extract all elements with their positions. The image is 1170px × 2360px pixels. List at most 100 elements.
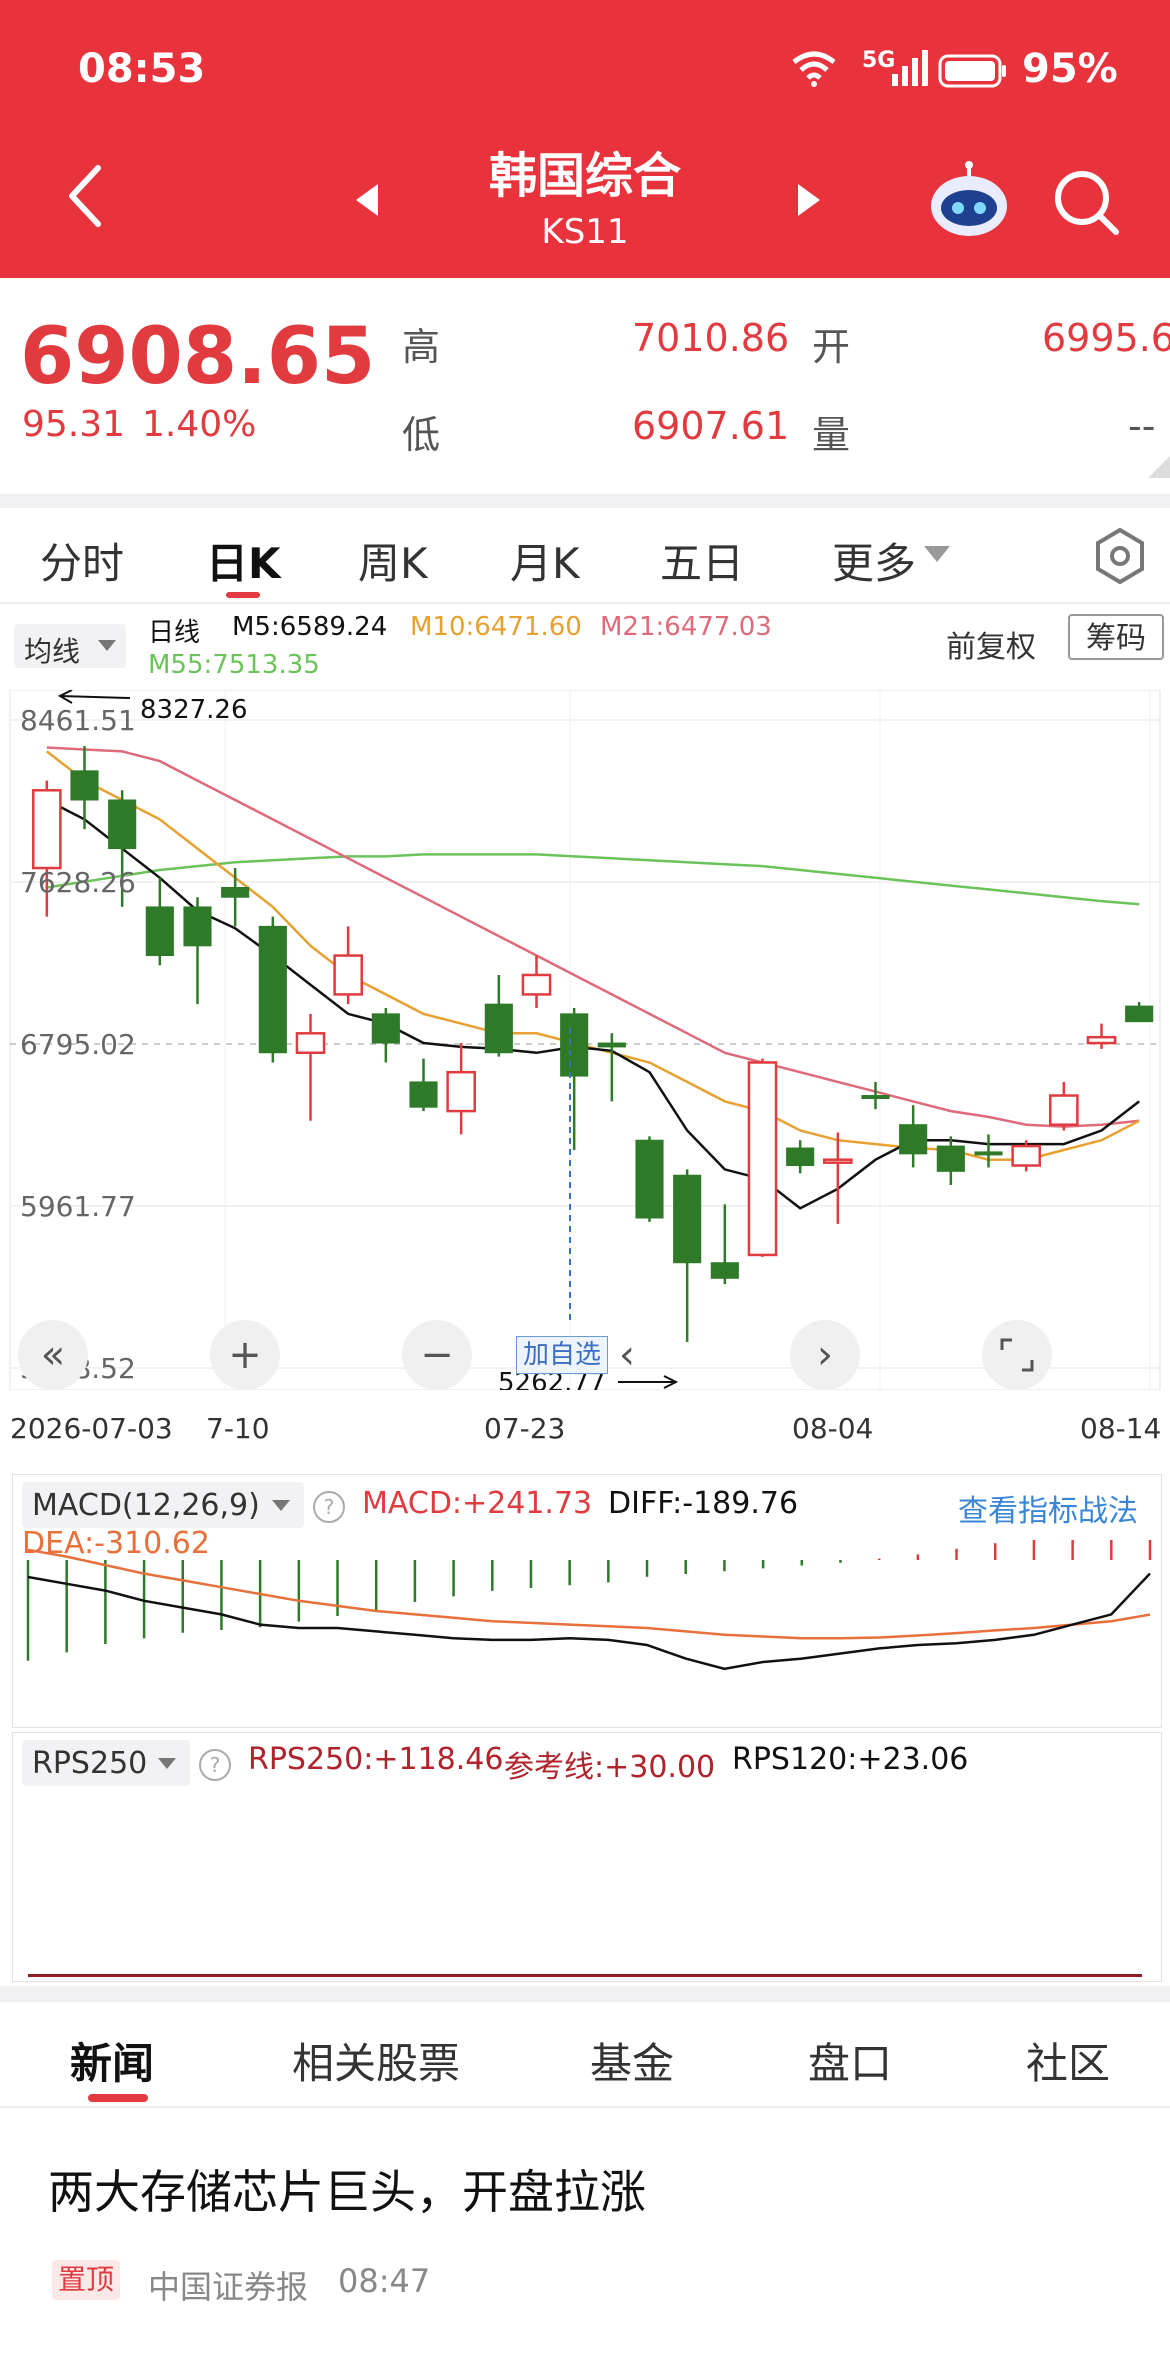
y-axis-label: 6795.02 [20,1028,136,1061]
max-annotation: 8327.26 [140,695,248,725]
fullscreen-button[interactable] [982,1320,1052,1390]
plus-icon: + [228,1332,262,1378]
dropdown-icon [98,640,116,651]
high-value: 7010.86 [632,316,790,360]
price-change: 95.31 [22,404,126,445]
svg-text:?: ? [210,1753,221,1777]
scroll-right-button[interactable]: › [790,1320,860,1390]
candle [70,746,99,830]
macd-chart [26,1540,1152,1671]
news-tab-indicator [88,2094,148,2102]
dropdown-icon [272,1500,290,1511]
ma-selector[interactable]: 均线 [14,624,126,668]
news-tab-order-book[interactable]: 盘口 [808,2030,892,2091]
tab-five-day[interactable]: 五日 [660,530,744,591]
tab-intraday[interactable]: 分时 [40,530,124,591]
wifi-icon [792,51,836,87]
candle [899,1105,928,1168]
candle [823,1132,853,1224]
candle [521,955,552,1009]
news-source: 中国证券报 [148,2268,309,2306]
kline-ma-lines [46,746,1140,1210]
expand-corner-icon[interactable] [1148,456,1170,478]
prev-stock-icon[interactable] [354,182,380,218]
news-tab-related-stocks[interactable]: 相关股票 [292,2030,460,2091]
battery-level: 95% [1022,46,1118,92]
macd-bars [26,1540,1152,1661]
kline-chart[interactable]: 8461.517628.266795.025961.775128.52 8327… [0,690,1170,1390]
news-tab-news[interactable]: 新闻 [70,2030,154,2091]
x-label-0804: 08-04 [792,1412,874,1445]
scroll-left-fast-button[interactable]: « [18,1320,88,1390]
line-type: 日线 [148,618,201,648]
ma21-value: M21:6477.03 [600,612,772,642]
stock-name: 韩国综合 [488,148,681,204]
x-label-0710: 7-10 [206,1412,270,1445]
candle [1049,1081,1079,1131]
network-type: 5G [862,48,896,73]
rps250-value: RPS250:+118.46 [248,1742,504,1777]
candle [786,1140,815,1174]
low-value: 6907.61 [632,404,790,448]
candle [446,1043,476,1135]
zoom-out-button[interactable]: − [402,1320,472,1390]
tab-weekly-k[interactable]: 周K [358,530,428,591]
news-time: 08:47 [338,2262,431,2300]
candle [145,877,174,966]
stock-code: KS11 [541,212,629,252]
candle [333,926,363,1005]
candle [371,1008,400,1063]
candle [861,1081,890,1110]
ma5-line [46,798,1140,1210]
zoom-in-button[interactable]: + [210,1320,280,1390]
news-item[interactable]: 两大存储芯片巨头，开盘拉涨 置顶 中国证券报 08:47 [0,2110,1170,2360]
rps-selector[interactable]: RPS250 [22,1740,190,1786]
search-icon[interactable] [1052,168,1122,238]
adjust-mode[interactable]: 前复权 [946,622,1036,666]
dea-line [27,1548,1151,1640]
open-label: 开 [812,325,851,369]
macd-selector[interactable]: MACD(12,26,9) [22,1482,304,1528]
news-tab-funds[interactable]: 基金 [590,2030,674,2091]
candle [221,868,250,927]
chips-button[interactable]: 筹码 [1068,614,1164,660]
tab-more[interactable]: 更多 [832,530,916,591]
candle [936,1136,965,1185]
ma5-value: M5:6589.24 [232,612,388,642]
tab-daily-k[interactable]: 日K [206,530,281,591]
candle [409,1058,438,1112]
ma55-value: M55:7513.35 [148,650,320,680]
scroll-left-button[interactable]: ‹ [592,1320,662,1390]
minus-icon: − [420,1332,454,1378]
ma10-line [46,750,1140,1161]
pinned-badge: 置顶 [52,2260,121,2300]
ma10-value: M10:6471.60 [410,612,582,642]
strategy-link[interactable]: 查看指标战法 [958,1486,1138,1530]
news-tab-community[interactable]: 社区 [1026,2030,1110,2091]
chevron-left-icon: ‹ [619,1332,635,1378]
back-icon[interactable] [64,164,104,228]
high-label: 高 [402,325,441,369]
macd-lines [27,1548,1151,1671]
app-header: 08:53 5G 95% 韩国综合 KS11 [0,0,1170,278]
ma55-line [46,853,1140,906]
rps-line [28,1974,1142,1977]
help-icon[interactable]: ? [198,1748,232,1782]
candle [560,1008,589,1150]
diff-value: DIFF:-189.76 [608,1486,799,1521]
next-stock-icon[interactable] [796,182,822,218]
help-icon[interactable]: ? [312,1490,346,1524]
divider [0,494,1170,508]
ma-selector-label: 均线 [24,635,81,668]
tab-active-indicator [226,592,260,598]
robot-assistant-icon[interactable] [926,160,1012,240]
dropdown-icon [158,1758,176,1769]
settings-icon[interactable] [1090,526,1150,586]
candle [974,1134,1003,1168]
tab-monthly-k[interactable]: 月K [510,530,580,591]
candle [1086,1023,1117,1049]
x-label-0723: 07-23 [484,1412,566,1445]
divider [0,602,1170,604]
chevron-right-icon: › [817,1332,833,1378]
candle [183,897,212,1005]
